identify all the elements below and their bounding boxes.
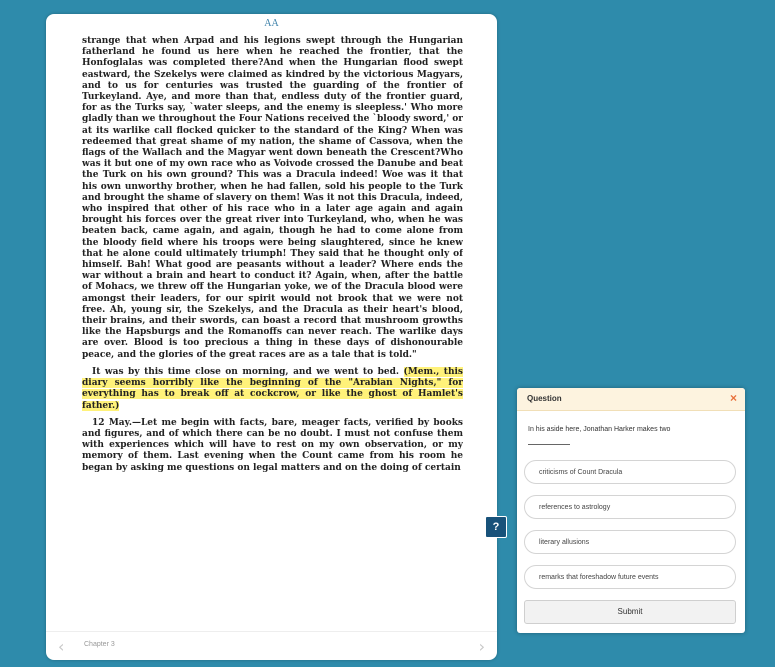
- chapter-label: Chapter 3: [84, 641, 115, 648]
- font-size-toggle[interactable]: AA: [46, 18, 497, 29]
- close-icon[interactable]: ×: [730, 391, 737, 405]
- paragraph-2-text: It was by this time close on morning, an…: [92, 366, 404, 377]
- chevron-right-icon[interactable]: ›: [479, 637, 485, 656]
- paragraph-1: strange that when Arpad and his legions …: [82, 36, 463, 360]
- reader-page: AA strange that when Arpad and his legio…: [46, 14, 497, 660]
- answer-option[interactable]: remarks that foreshadow future events: [524, 565, 736, 589]
- answer-option[interactable]: literary allusions: [524, 530, 736, 554]
- question-prompt: In his aside here, Jonathan Harker makes…: [528, 426, 671, 433]
- reader-footer: ‹ Chapter 3 ›: [46, 631, 497, 660]
- question-title: Question: [527, 394, 562, 403]
- question-mark-icon[interactable]: ?: [485, 516, 507, 538]
- chevron-left-icon[interactable]: ‹: [58, 637, 64, 656]
- answer-blank: [528, 444, 570, 445]
- help-button-label: ?: [492, 521, 500, 533]
- paragraph-3: 12 May.—Let me begin with facts, bare, m…: [82, 417, 463, 473]
- paragraph-2: It was by this time close on morning, an…: [82, 366, 463, 412]
- page-text: strange that when Arpad and his legions …: [82, 36, 463, 616]
- question-panel: Question × In his aside here, Jonathan H…: [517, 388, 745, 633]
- submit-button[interactable]: Submit: [524, 600, 736, 624]
- question-header: Question ×: [517, 388, 745, 411]
- answer-option[interactable]: criticisms of Count Dracula: [524, 460, 736, 484]
- answer-option[interactable]: references to astrology: [524, 495, 736, 519]
